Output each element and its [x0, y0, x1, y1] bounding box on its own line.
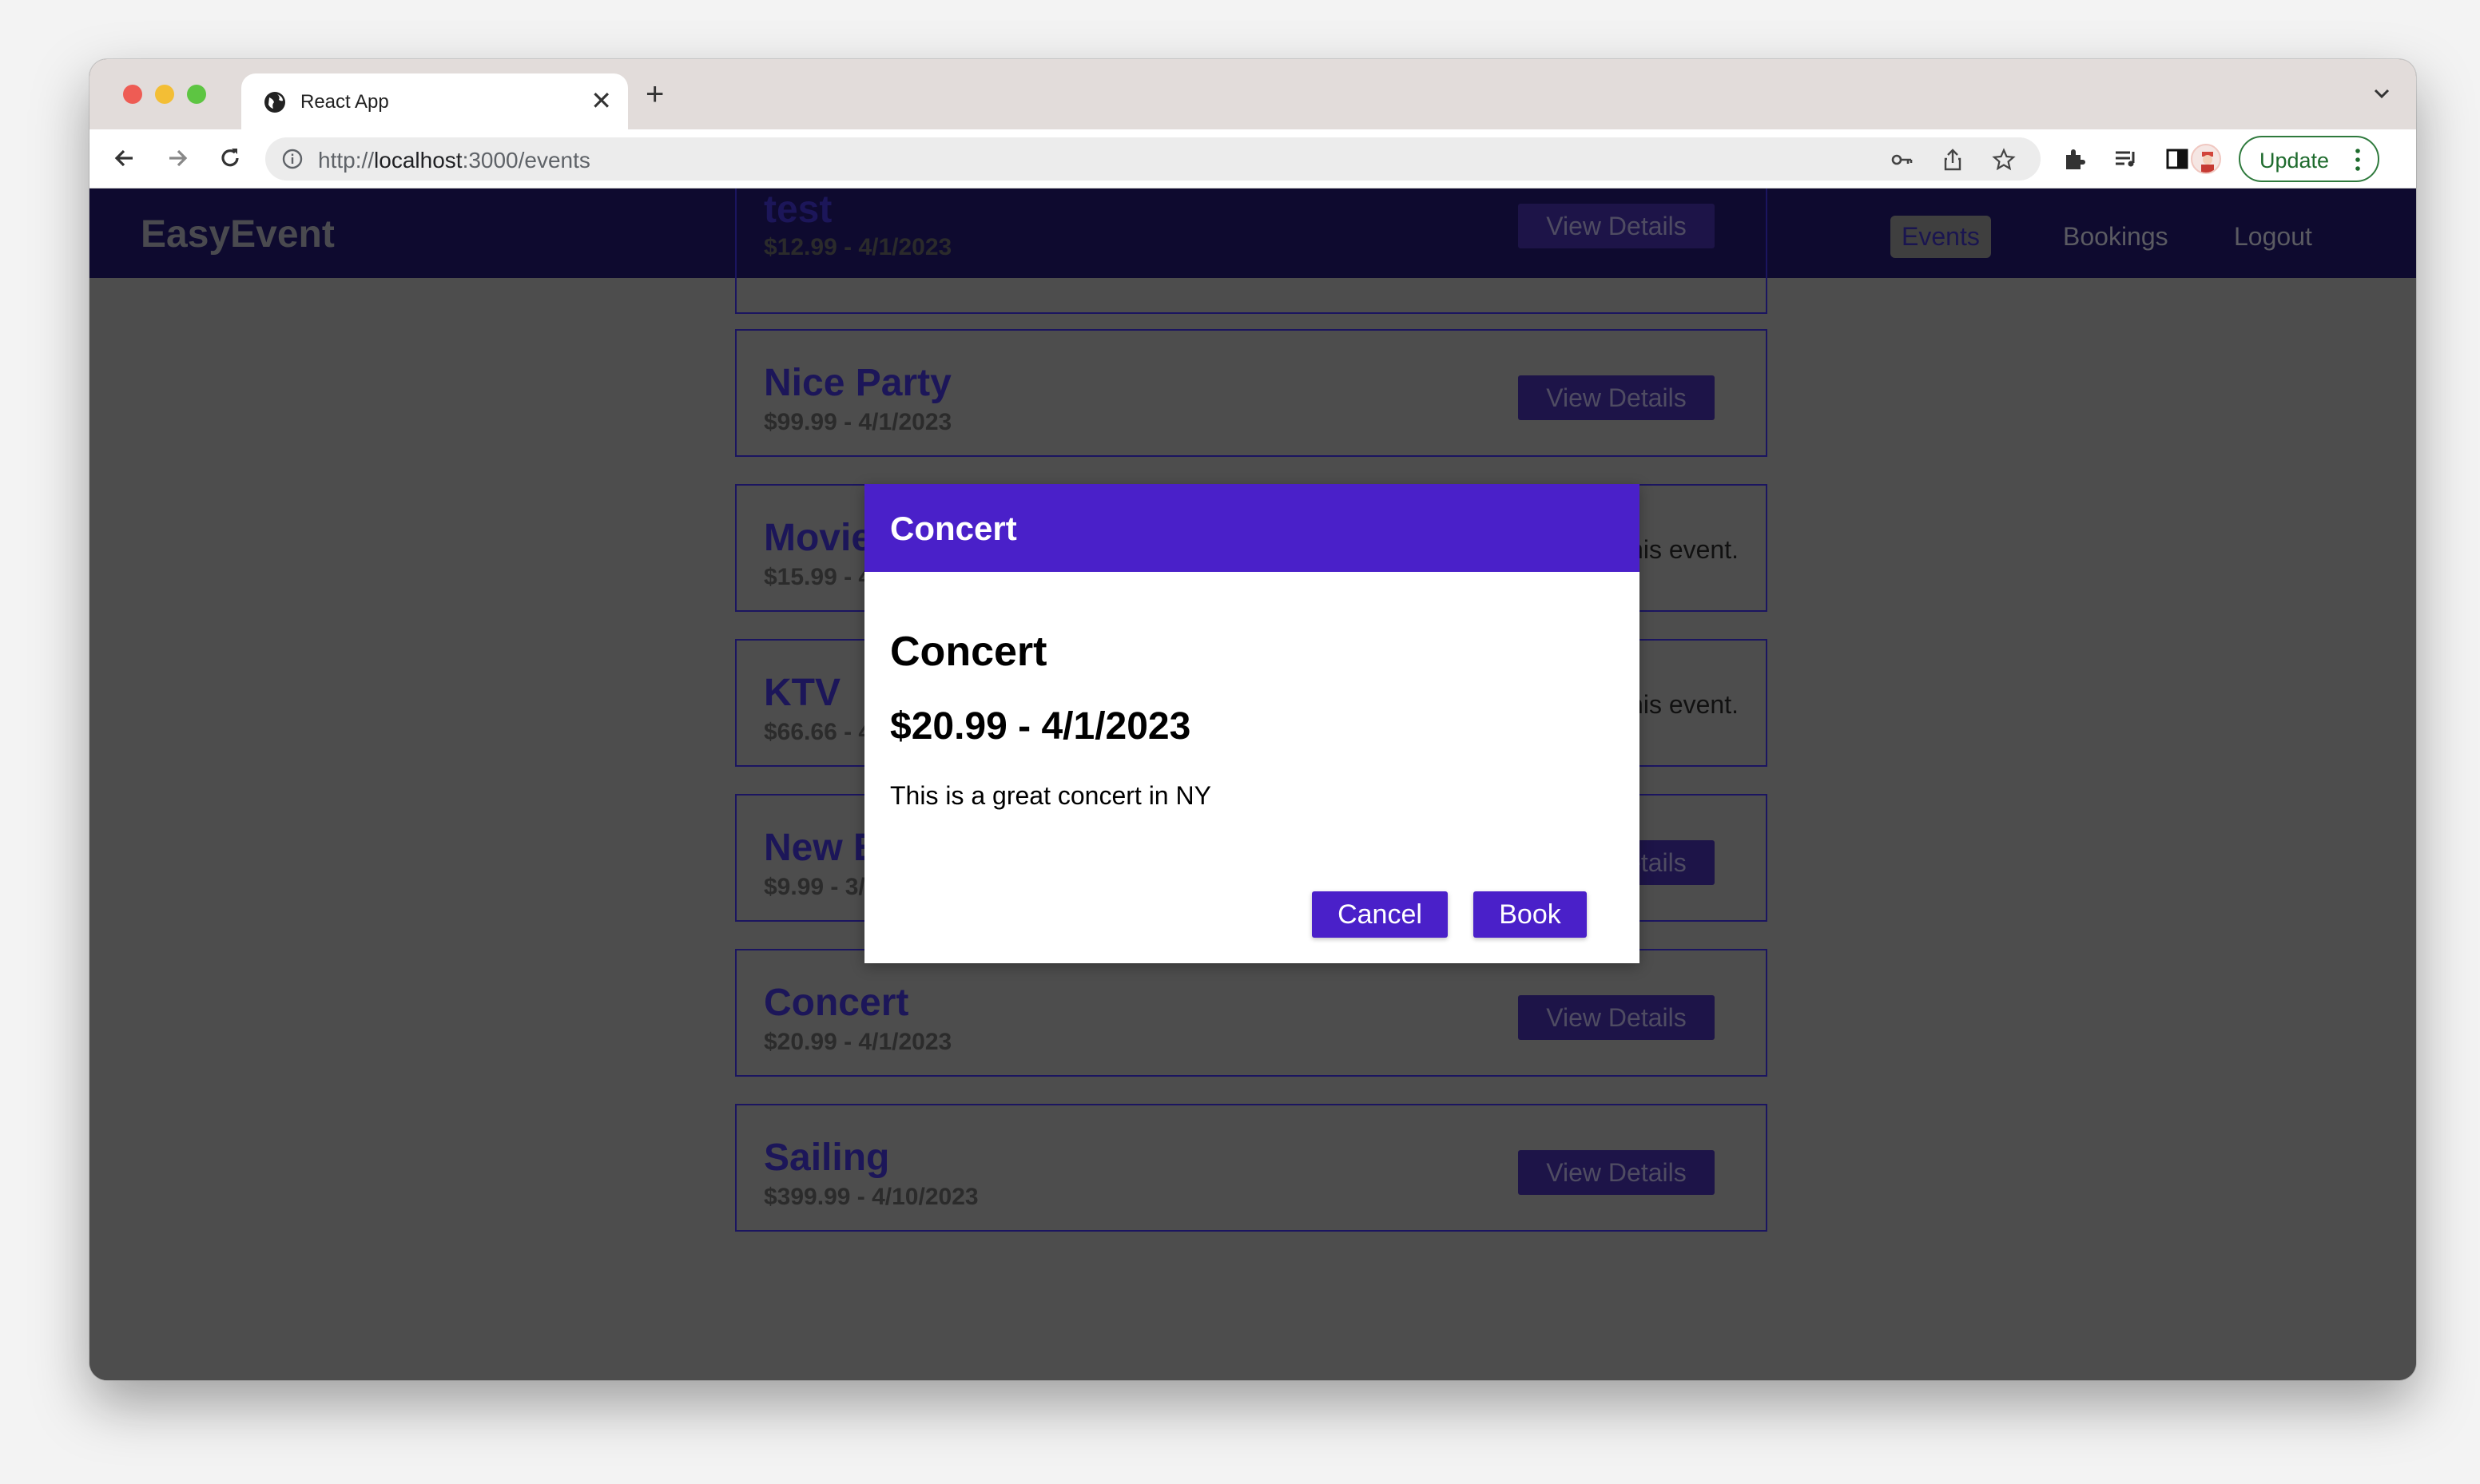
book-button[interactable]: Book [1473, 891, 1587, 938]
tab-strip: React App ✕ + [89, 59, 2416, 129]
browser-tab[interactable]: React App ✕ [241, 73, 628, 129]
more-options-icon [2355, 149, 2360, 171]
modal-price-date: $20.99 - 4/1/2023 [890, 705, 1191, 748]
chevron-down-icon[interactable] [2371, 83, 2392, 104]
browser-toolbar: http://localhost:3000/events Update [89, 129, 2416, 188]
event-meta: $20.99 - 4/1/2023 [764, 1029, 952, 1055]
event-title: Concert [764, 982, 909, 1024]
cancel-button[interactable]: Cancel [1312, 891, 1448, 938]
view-details-button[interactable]: View Details [1518, 204, 1715, 248]
tab-title: React App [300, 91, 389, 113]
event-modal: Concert Concert $20.99 - 4/1/2023 This i… [864, 484, 1639, 963]
nav-bookings[interactable]: Bookings [2052, 216, 2180, 258]
update-label: Update [2259, 149, 2330, 173]
share-icon[interactable] [1940, 147, 1965, 173]
event-card: Concert $20.99 - 4/1/2023 View Details [735, 949, 1767, 1077]
modal-event-title: Concert [890, 629, 1047, 675]
bookmark-star-icon[interactable] [1991, 147, 2017, 173]
page-content: EasyEvent Events Bookings Logout test $1… [89, 188, 2416, 1380]
view-details-button[interactable]: View Details [1518, 375, 1715, 420]
minimize-window-button[interactable] [155, 85, 174, 104]
modal-description: This is a great concert in NY [890, 781, 1211, 810]
nav-logout[interactable]: Logout [2223, 216, 2323, 258]
reload-icon[interactable] [216, 144, 244, 173]
side-panel-icon[interactable] [2164, 145, 2191, 173]
event-card: Sailing $399.99 - 4/10/2023 View Details [735, 1104, 1767, 1232]
event-title: test [764, 188, 833, 231]
view-details-button[interactable]: View Details [1518, 995, 1715, 1040]
avatar-icon [2201, 152, 2214, 173]
nav-events[interactable]: Events [1890, 216, 1991, 258]
tab-close-icon[interactable]: ✕ [590, 86, 612, 115]
close-window-button[interactable] [123, 85, 142, 104]
event-meta: $12.99 - 4/1/2023 [764, 234, 952, 260]
new-tab-button[interactable]: + [646, 78, 664, 110]
browser-window: React App ✕ + http://localhost:3000/even… [89, 59, 2416, 1380]
event-title: Movie [764, 517, 873, 559]
event-title: Nice Party [764, 362, 952, 404]
profile-avatar[interactable] [2191, 144, 2221, 174]
event-card: Nice Party $99.99 - 4/1/2023 View Detail… [735, 329, 1767, 457]
media-queue-icon[interactable] [2112, 145, 2140, 173]
address-bar[interactable]: http://localhost:3000/events [265, 137, 2041, 181]
modal-header: Concert [864, 484, 1639, 572]
info-icon[interactable] [281, 148, 304, 170]
event-card: test $12.99 - 4/1/2023 View Details [735, 188, 1767, 314]
globe-icon [264, 92, 285, 113]
forward-arrow-icon[interactable] [163, 144, 192, 173]
event-title: Sailing [764, 1137, 890, 1179]
extensions-puzzle-icon[interactable] [2061, 145, 2089, 173]
view-details-button[interactable]: View Details [1518, 1150, 1715, 1195]
key-icon[interactable] [1889, 147, 1914, 173]
zoom-window-button[interactable] [187, 85, 206, 104]
url-text: http://localhost:3000/events [318, 148, 590, 173]
event-title: KTV [764, 672, 841, 714]
update-button[interactable]: Update [2239, 136, 2379, 182]
back-arrow-icon[interactable] [110, 144, 139, 173]
event-meta: $399.99 - 4/10/2023 [764, 1184, 979, 1210]
event-meta: $99.99 - 4/1/2023 [764, 409, 952, 435]
brand-logo[interactable]: EasyEvent [141, 212, 335, 256]
modal-header-title: Concert [890, 510, 1017, 547]
